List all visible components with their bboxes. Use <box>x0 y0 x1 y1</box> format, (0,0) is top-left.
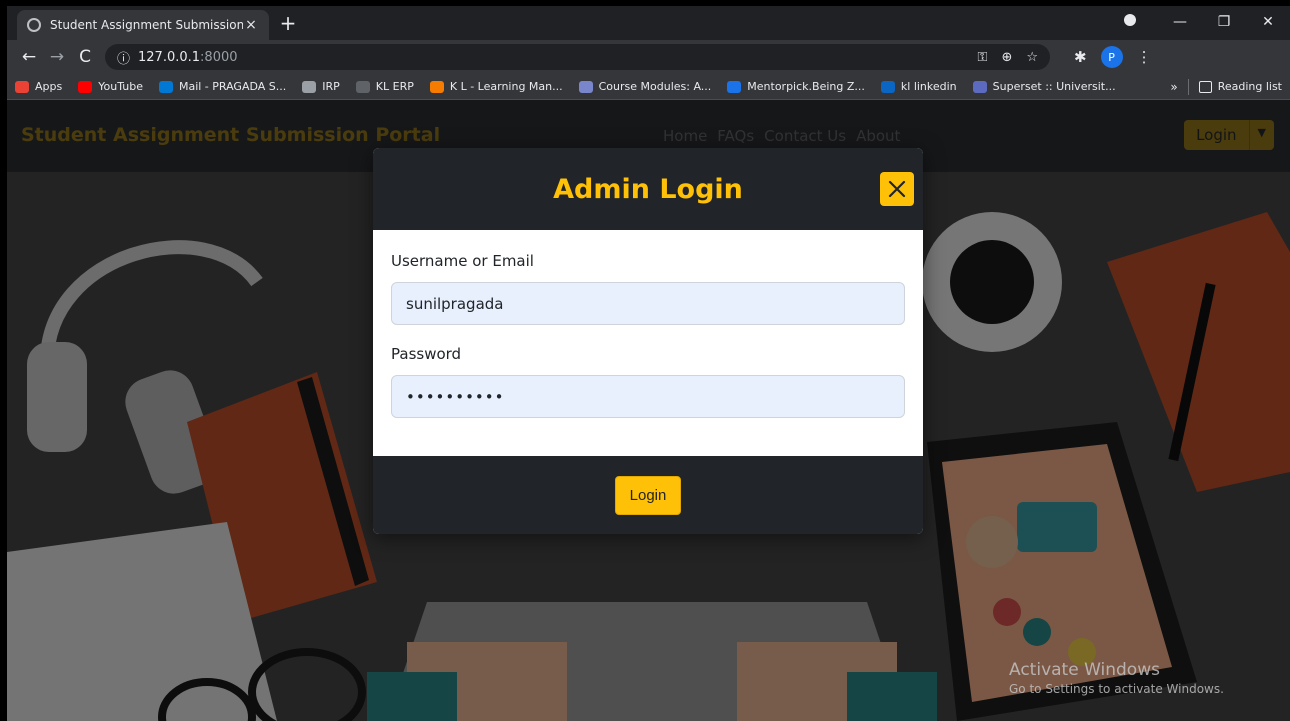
modal-title: Admin Login <box>553 173 743 205</box>
key-icon[interactable]: ⚿ <box>978 50 988 65</box>
course-icon <box>578 80 593 93</box>
login-submit-button[interactable]: Login <box>614 475 682 515</box>
admin-login-modal: Admin Login Username or Email sunilpraga… <box>373 148 923 534</box>
activate-windows-watermark: Activate Windows Go to Settings to activ… <box>1009 660 1224 696</box>
video-icon <box>880 80 895 93</box>
reload-icon[interactable]: C <box>71 47 99 67</box>
bookmark-mentorpick[interactable]: Mentorpick.Being Z... <box>727 80 865 93</box>
lms-icon <box>429 80 444 93</box>
modal-header: Admin Login <box>373 148 923 230</box>
mentorpick-icon <box>727 80 742 93</box>
minimize-icon[interactable]: — <box>1158 14 1202 30</box>
bookmark-course-modules[interactable]: Course Modules: A... <box>578 80 711 93</box>
outlook-icon <box>158 80 173 93</box>
bookmark-kl-lms[interactable]: K L - Learning Man... <box>429 80 563 93</box>
close-icon <box>888 180 906 198</box>
tab-close-icon[interactable]: × <box>243 17 259 33</box>
modal-footer: Login <box>373 456 923 534</box>
bookmark-youtube[interactable]: YouTube <box>78 80 143 93</box>
username-input[interactable]: sunilpragada <box>391 282 905 325</box>
browser-tab[interactable]: Student Assignment Submission × <box>17 10 269 40</box>
irp-icon <box>302 80 317 93</box>
bookmarks-divider <box>1187 78 1189 95</box>
zoom-icon[interactable]: ⊕ <box>1001 50 1012 65</box>
back-icon[interactable]: ← <box>15 47 43 67</box>
bookmark-apps[interactable]: Apps <box>15 80 62 93</box>
password-input[interactable]: •••••••••• <box>391 375 905 418</box>
tab-strip: Student Assignment Submission × + — ❐ ✕ <box>7 6 1290 40</box>
restore-icon[interactable]: ❐ <box>1202 14 1246 30</box>
bookmark-kl-linkedin[interactable]: kl linkedin <box>880 80 957 93</box>
password-label: Password <box>391 345 462 363</box>
globe-icon <box>27 18 41 32</box>
browser-window: Student Assignment Submission × + — ❐ ✕ … <box>7 6 1290 721</box>
bookmark-mail[interactable]: Mail - PRAGADA S... <box>158 80 286 93</box>
site-info-icon[interactable]: ⓘ <box>117 48 130 67</box>
close-modal-button[interactable] <box>880 172 914 206</box>
bookmark-superset[interactable]: Superset :: Universit... <box>972 80 1116 93</box>
url-text: 127.0.0.1:8000 <box>138 49 238 65</box>
bookmark-irp[interactable]: IRP <box>302 80 340 93</box>
forward-icon[interactable]: → <box>43 47 71 67</box>
bookmark-star-icon[interactable]: ☆ <box>1026 50 1038 65</box>
new-tab-button[interactable]: + <box>275 11 301 35</box>
username-label: Username or Email <box>391 252 534 270</box>
window-controls: — ❐ ✕ <box>1114 6 1290 38</box>
watermark-title: Activate Windows <box>1009 660 1160 680</box>
watermark-subtitle: Go to Settings to activate Windows. <box>1009 682 1224 696</box>
page-viewport: Student Assignment Submission Portal Hom… <box>7 100 1290 721</box>
bookmarks-overflow-icon[interactable]: » <box>1170 80 1177 94</box>
menu-icon[interactable]: ⋮ <box>1137 48 1152 66</box>
profile-avatar[interactable]: P <box>1100 46 1123 68</box>
apps-grid-icon <box>15 80 29 93</box>
address-bar[interactable]: ⓘ 127.0.0.1:8000 ⚿ ⊕ ☆ <box>105 44 1050 70</box>
tab-title: Student Assignment Submission <box>50 18 243 32</box>
kl-erp-icon <box>355 80 370 93</box>
bookmark-kl-erp[interactable]: KL ERP <box>355 80 414 93</box>
bookmarks-bar: Apps YouTube Mail - PRAGADA S... IRP KL … <box>7 74 1290 100</box>
close-window-icon[interactable]: ✕ <box>1246 14 1290 30</box>
superset-icon <box>972 80 987 93</box>
browser-toolbar: ← → C ⓘ 127.0.0.1:8000 ⚿ ⊕ ☆ ✱ P ⋮ <box>7 40 1290 74</box>
youtube-icon <box>78 80 93 93</box>
extensions-icon[interactable]: ✱ <box>1074 48 1087 66</box>
modal-body: Username or Email sunilpragada Password … <box>373 230 923 456</box>
profile-menu-icon[interactable] <box>1114 14 1158 30</box>
reading-list-button[interactable]: Reading list <box>1198 80 1282 93</box>
reading-list-icon <box>1198 80 1212 93</box>
